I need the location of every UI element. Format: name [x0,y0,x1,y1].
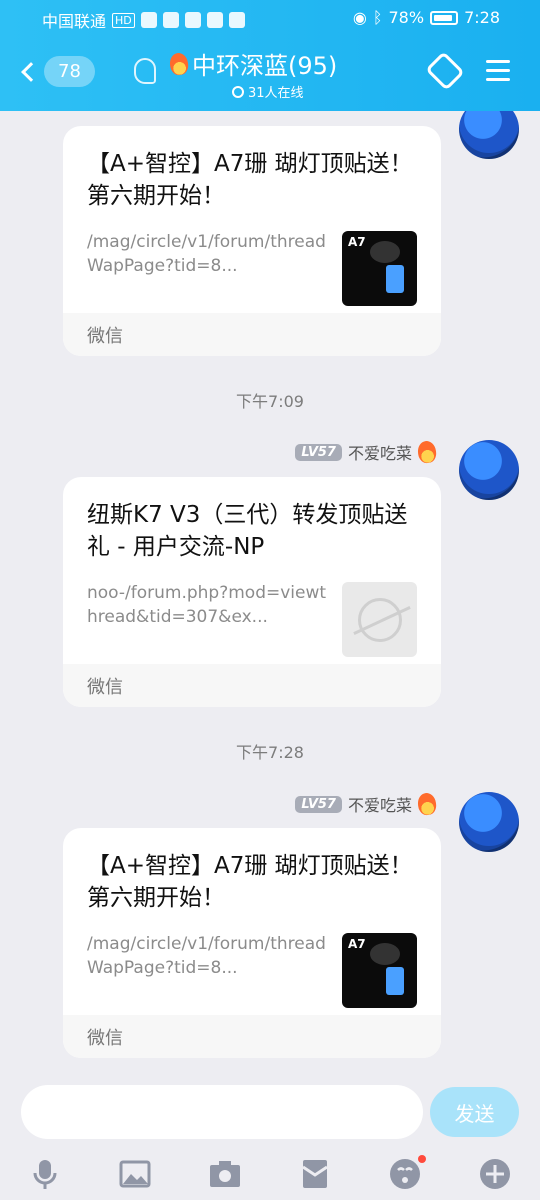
title-bar: 78 中环深蓝(95) 31人在线 [0,40,540,110]
emoji-icon[interactable] [388,1155,426,1191]
card-source: 微信 [63,664,441,707]
tag-icon[interactable] [425,51,465,91]
battery-text: 78% [388,8,425,27]
sender-name: 不爱吃菜 [347,796,412,815]
group-title[interactable]: 中环深蓝(95) [168,46,338,81]
video-app-icon [184,12,201,28]
group-title-text: 中环深蓝(95) [192,52,338,80]
shared-link-card[interactable]: 纽斯K7 V3（三代）转发顶贴送礼 - 用户交流-NP noo-/forum.p… [63,477,441,707]
unread-count-badge: 78 [44,56,95,87]
avatar[interactable] [459,792,519,852]
eye-icon: ◉ [352,8,367,27]
fire-icon [168,51,190,76]
timestamp: 下午7:09 [236,392,304,411]
card-title: 纽斯K7 V3（三代）转发顶贴送礼 - 用户交流-NP [87,502,408,560]
timestamp: 下午7:28 [236,743,304,762]
heart-app-icon [228,12,245,28]
card-source: 微信 [63,1015,441,1058]
product-image [370,943,400,965]
card-thumbnail: A7 [342,933,417,1008]
thumb-label: A7 [348,937,366,951]
card-thumbnail [342,582,417,657]
avatar[interactable] [459,440,519,500]
chevron-left-icon [21,61,41,82]
sender-info: LV57 不爱吃菜 [295,791,438,817]
menu-icon[interactable] [486,60,510,87]
card-thumbnail: A7 [342,231,417,306]
chat-area[interactable]: 【A+智控】A7珊 瑚灯顶贴送！第六期开始！ /mag/circle/v1/fo… [0,111,540,1075]
avatar[interactable] [459,111,519,159]
plus-icon[interactable] [478,1157,512,1191]
status-bar: 中国联通 HD ◉ ᛒ 78% 7:28 [0,0,540,36]
level-badge: LV57 [295,795,342,813]
phone-image [386,967,404,995]
microphone-icon[interactable] [28,1157,62,1191]
card-source: 微信 [63,313,441,356]
clock-text: 7:28 [464,8,500,27]
red-packet-icon[interactable] [298,1157,332,1191]
shopping-app-icon [206,12,223,28]
app-notification-icon [162,12,179,28]
camera-icon[interactable] [208,1157,242,1191]
card-link: noo-/forum.php?mod=viewthread&tid=307&ex… [87,583,327,627]
fire-icon [416,439,438,465]
app-header: 中国联通 HD ◉ ᛒ 78% 7:28 78 中环深蓝(95) 31人在线 [0,0,540,111]
message-input[interactable] [21,1085,423,1139]
phone-image [386,265,404,293]
input-bar: 发送 [0,1075,540,1200]
check-circle-icon [232,85,244,98]
ear-icon[interactable] [134,58,156,84]
online-count: 31人在线 [232,82,304,101]
carrier-text: 中国联通 [42,12,107,31]
card-title: 【A+智控】A7珊 瑚灯顶贴送！第六期开始！ [87,853,413,911]
input-toolbar [0,1149,540,1199]
card-link: /mag/circle/v1/forum/threadWapPage?tid=8… [87,934,326,978]
signal-icon [140,12,157,28]
shared-link-card[interactable]: 【A+智控】A7珊 瑚灯顶贴送！第六期开始！ /mag/circle/v1/fo… [63,126,441,356]
notification-dot [418,1155,426,1163]
sender-name: 不爱吃菜 [347,444,412,463]
hd-indicator: HD [112,12,135,28]
card-title: 【A+智控】A7珊 瑚灯顶贴送！第六期开始！ [87,151,413,209]
sender-info: LV57 不爱吃菜 [295,439,438,465]
send-button[interactable]: 发送 [430,1087,519,1137]
level-badge: LV57 [295,443,342,461]
placeholder-image-icon [357,597,402,642]
battery-icon [430,10,459,25]
card-link: /mag/circle/v1/forum/threadWapPage?tid=8… [87,232,326,276]
product-image [370,241,400,263]
bluetooth-icon: ᛒ [372,8,383,27]
online-text: 31人在线 [248,86,304,101]
image-icon[interactable] [118,1157,152,1191]
fire-icon [416,791,438,817]
back-button[interactable]: 78 [20,56,95,87]
thumb-label: A7 [348,235,366,249]
shared-link-card[interactable]: 【A+智控】A7珊 瑚灯顶贴送！第六期开始！ /mag/circle/v1/fo… [63,828,441,1058]
